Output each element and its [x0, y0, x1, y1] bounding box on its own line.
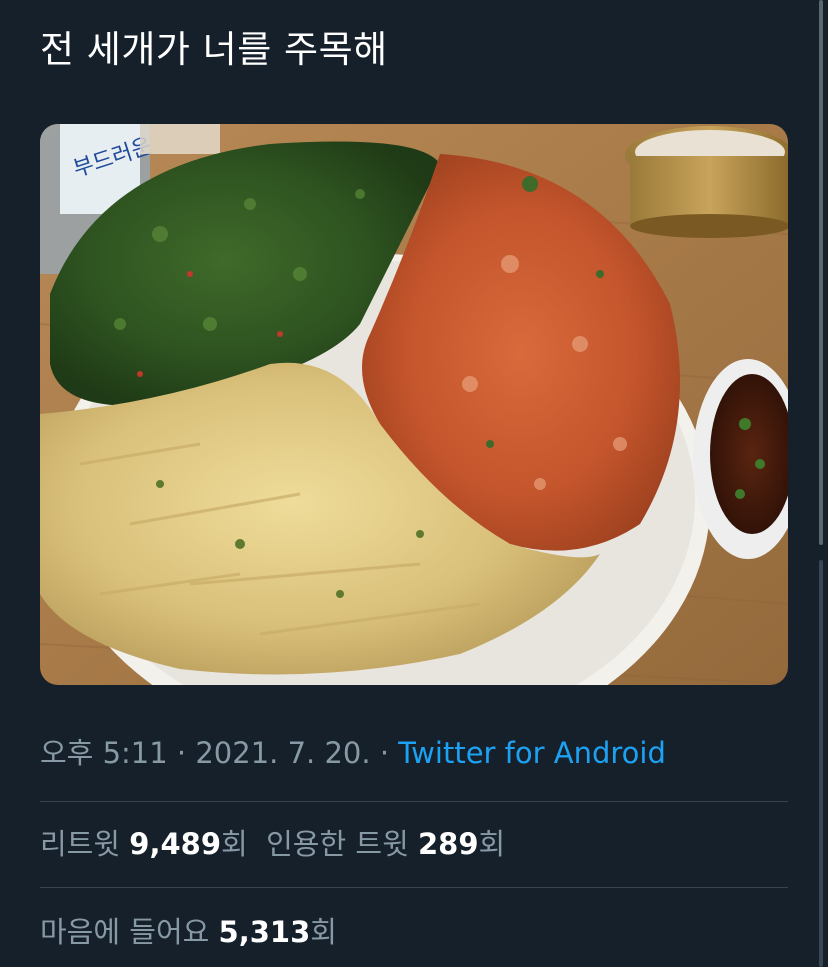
retweets-count: 9,489 — [129, 827, 221, 861]
likes-stat[interactable]: 마음에 들어요 5,313회 — [40, 915, 337, 949]
tweet-time[interactable]: 오후 5:11 — [40, 736, 168, 770]
divider — [40, 801, 788, 802]
tweet-date[interactable]: 2021. 7. 20. — [195, 736, 370, 770]
quotes-unit: 회 — [478, 827, 506, 861]
scrollbar-thumb[interactable] — [819, 0, 823, 545]
quotes-count: 289 — [417, 827, 479, 861]
tweet-photo[interactable]: 부드러운 — [40, 124, 788, 685]
likes-unit: 회 — [310, 915, 337, 949]
divider — [40, 887, 788, 888]
retweets-stat[interactable]: 리트윗 9,489회 — [40, 827, 248, 861]
retweets-unit: 회 — [221, 827, 248, 861]
retweets-label: 리트윗 — [40, 827, 121, 861]
retweet-stats-row: 리트윗 9,489회 인용한 트윗 289회 — [40, 824, 505, 864]
quote-tweets-stat[interactable]: 인용한 트윗 289회 — [266, 827, 505, 861]
meta-separator: · — [370, 736, 399, 770]
tweet-meta: 오후 5:11 · 2021. 7. 20. · Twitter for And… — [40, 733, 666, 773]
pancake-photo-image: 부드러운 — [40, 124, 788, 685]
meta-separator: · — [167, 736, 196, 770]
likes-label: 마음에 들어요 — [40, 915, 210, 949]
likes-count: 5,313 — [218, 915, 311, 949]
tweet-source-link[interactable]: Twitter for Android — [398, 736, 666, 770]
quotes-label: 인용한 트윗 — [266, 827, 409, 861]
likes-stats-row: 마음에 들어요 5,313회 — [40, 912, 337, 952]
scrollbar-track[interactable] — [819, 560, 823, 967]
tweet-text: 전 세개가 너를 주목해 — [40, 28, 388, 71]
tweet-detail-page: 전 세개가 너를 주목해 부드러운 오후 5:11 · 2021. 7. 20.… — [0, 0, 828, 967]
